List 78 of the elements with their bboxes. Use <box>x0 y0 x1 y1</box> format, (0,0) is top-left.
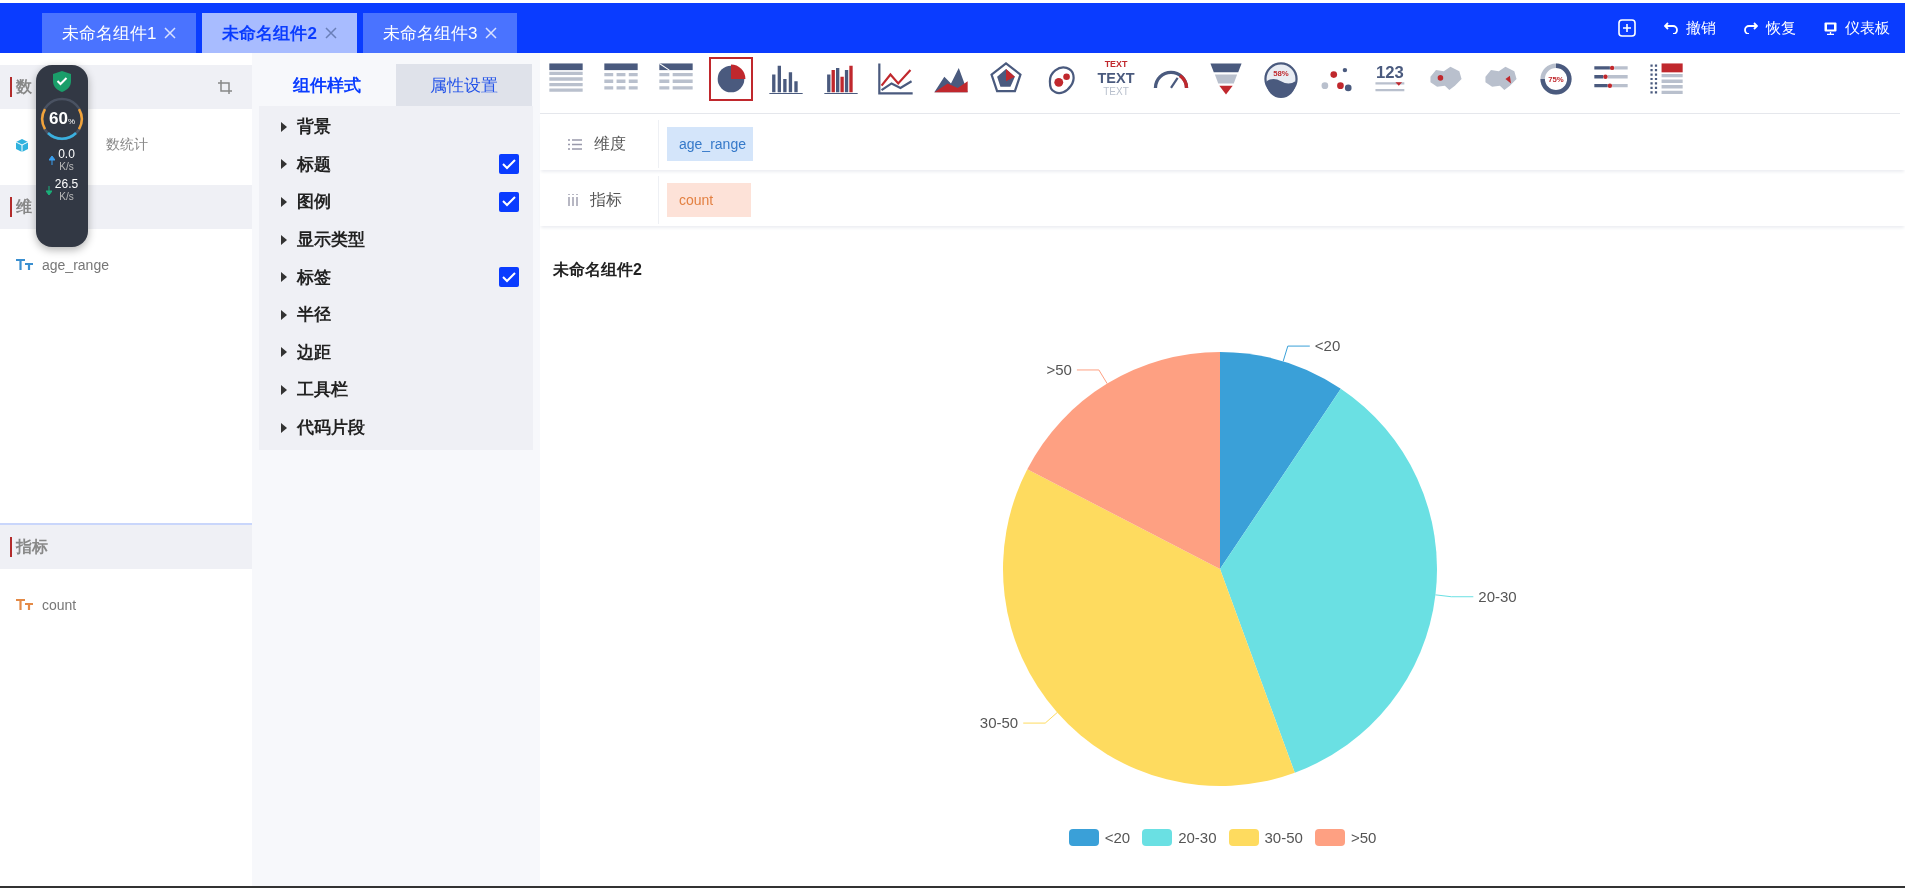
component-tab[interactable]: 未命名组件1 <box>42 13 197 53</box>
checkbox[interactable] <box>499 154 519 175</box>
setting-label[interactable]: 标签 <box>297 265 331 289</box>
legend-label[interactable]: 30-50 <box>1264 829 1303 846</box>
slice-label: <20 <box>1314 339 1341 355</box>
setting-label[interactable]: 显示类型 <box>297 228 365 252</box>
undo-button[interactable]: 撤销 <box>1664 18 1716 38</box>
panel-tab[interactable]: 组件样式 <box>259 64 396 106</box>
shield-icon <box>53 71 71 92</box>
leader-line <box>1022 712 1058 724</box>
add-icon[interactable] <box>1618 19 1636 37</box>
slice-label: 30-50 <box>979 714 1019 732</box>
cube-icon <box>16 138 28 152</box>
section-title: 指标 <box>16 536 48 557</box>
setting-label[interactable]: 图例 <box>297 190 331 214</box>
expand-icon[interactable] <box>281 347 287 358</box>
expand-icon[interactable] <box>281 422 287 433</box>
usage-ring <box>39 96 85 142</box>
dashboard-button[interactable]: 仪表板 <box>1824 18 1890 38</box>
legend-label[interactable]: <20 <box>1104 829 1131 846</box>
expand-icon[interactable] <box>281 234 287 245</box>
leader-line <box>1282 345 1311 362</box>
component-tab[interactable]: 未命名组件2 <box>202 13 357 53</box>
field-item[interactable]: 数统计 <box>106 136 148 154</box>
legend-swatch[interactable] <box>1314 829 1345 846</box>
download-speed: 26.5 <box>54 178 79 192</box>
speed-unit: K/s <box>59 191 74 203</box>
down-arrow-icon <box>45 185 52 195</box>
section-title: 数 <box>16 76 32 97</box>
chart-title: 未命名组件2 <box>553 260 643 280</box>
field-item[interactable]: age_range <box>42 257 109 273</box>
legend-swatch[interactable] <box>1068 829 1099 846</box>
setting-label[interactable]: 标题 <box>297 152 331 176</box>
pie-chart-icon[interactable] <box>711 59 751 99</box>
monitor-icon <box>1824 21 1837 35</box>
undo-icon <box>1664 22 1678 34</box>
redo-icon <box>1744 22 1758 34</box>
slice-label: >50 <box>1046 360 1072 378</box>
text-type-icon <box>16 259 34 271</box>
leader-line <box>1076 369 1108 385</box>
expand-icon[interactable] <box>281 197 287 207</box>
expand-icon[interactable] <box>281 159 287 170</box>
slice-label: 20-30 <box>1478 587 1517 605</box>
legend-swatch[interactable] <box>1228 829 1259 846</box>
expand-icon[interactable] <box>281 384 287 395</box>
upload-speed: 0.0 <box>58 148 75 162</box>
expand-icon[interactable] <box>281 309 287 320</box>
crop-icon[interactable] <box>218 80 232 94</box>
text-type-icon <box>16 599 34 611</box>
field-label: 指标 <box>590 189 622 210</box>
list-icon <box>568 138 582 150</box>
setting-label[interactable]: 半径 <box>297 303 331 327</box>
percent-unit: % <box>67 116 75 126</box>
section-title: 维 <box>16 196 32 217</box>
setting-label[interactable]: 工具栏 <box>297 378 348 402</box>
expand-icon[interactable] <box>281 272 287 283</box>
setting-label[interactable]: 背景 <box>297 115 331 139</box>
component-tab[interactable]: 未命名组件3 <box>362 13 518 53</box>
field-item[interactable]: count <box>42 597 77 613</box>
expand-icon[interactable] <box>281 121 287 132</box>
text-icon[interactable]: TEXT TEXT TEXT <box>1096 59 1136 99</box>
leader-line <box>1434 594 1474 598</box>
usage-percent: 60 <box>48 109 68 129</box>
field-chip[interactable]: age_range <box>667 127 753 161</box>
legend-label[interactable]: 20-30 <box>1178 829 1217 846</box>
legend-swatch[interactable] <box>1142 829 1173 846</box>
panel-tab[interactable]: 属性设置 <box>395 64 532 106</box>
legend-label[interactable]: >50 <box>1350 829 1377 846</box>
field-label: 维度 <box>594 133 626 154</box>
redo-button[interactable]: 恢复 <box>1744 18 1796 38</box>
checkbox[interactable] <box>499 192 519 212</box>
speed-unit: K/s <box>59 161 74 173</box>
liquid-gauge-icon[interactable]: 58% <box>1261 59 1301 99</box>
columns-icon <box>568 194 578 206</box>
checkbox[interactable] <box>499 267 519 288</box>
setting-label[interactable]: 代码片段 <box>297 416 365 440</box>
up-arrow-icon <box>49 155 56 165</box>
setting-label[interactable]: 边距 <box>297 340 331 364</box>
